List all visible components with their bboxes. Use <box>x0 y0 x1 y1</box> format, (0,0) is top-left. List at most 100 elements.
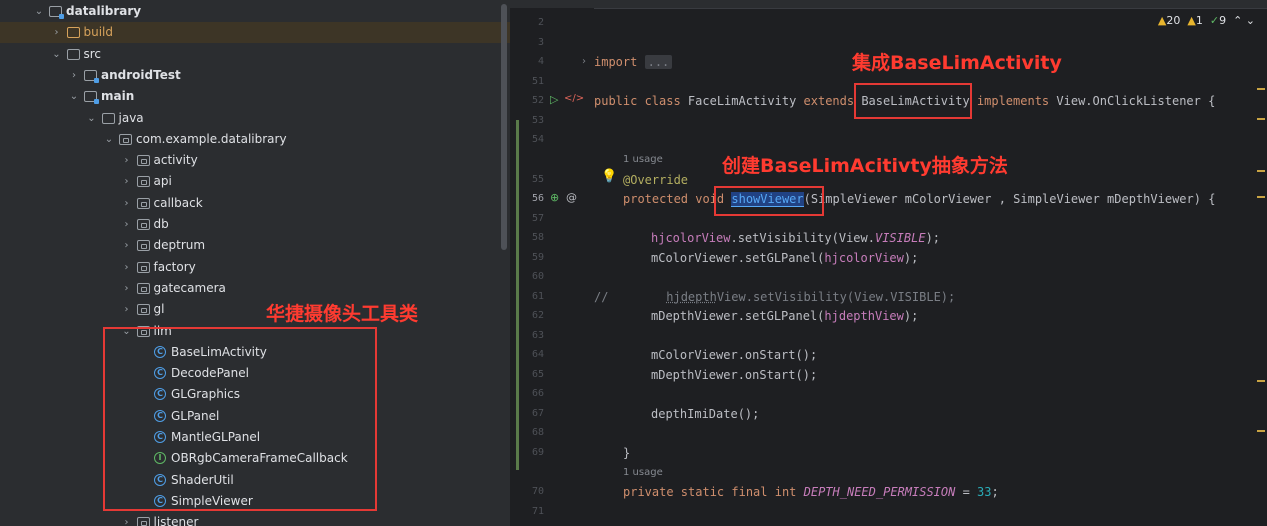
chevron-right-icon[interactable]: › <box>51 22 63 43</box>
tree-item-label: callback <box>153 195 203 210</box>
annotation-marker-icon: @ <box>566 191 577 204</box>
line-number: 52 <box>531 95 544 106</box>
code-line[interactable]: import ... <box>594 52 673 72</box>
override-marker-icon[interactable]: ⊕ <box>550 191 559 204</box>
line-number: 71 <box>531 506 544 517</box>
code-text: mDepthViewer.setGLPanel( <box>651 309 825 323</box>
tree-item[interactable]: ⌄ src <box>0 44 510 65</box>
comment-text: View.setVisibility(View.VISIBLE); <box>716 290 956 304</box>
tree-item[interactable]: › activity <box>0 150 510 171</box>
chevron-right-icon[interactable]: › <box>121 150 133 171</box>
tree-item[interactable]: › build <box>0 22 510 44</box>
code-line[interactable]: depthImiDate(); <box>651 404 759 424</box>
tree-item[interactable]: › factory <box>0 257 510 278</box>
code-line[interactable]: } <box>623 443 630 463</box>
module-folder-icon <box>49 6 64 19</box>
chevron-down-icon[interactable]: ⌄ <box>103 129 115 150</box>
tree-item-label: androidTest <box>101 67 181 82</box>
line-number: 65 <box>531 369 544 380</box>
code-line[interactable]: @Override <box>623 170 688 190</box>
code-line[interactable]: mDepthViewer.onStart(); <box>651 365 817 385</box>
tree-item[interactable]: › callback <box>0 193 510 214</box>
tree-item[interactable]: ⌄ datalibrary <box>0 1 510 22</box>
line-number: 51 <box>531 76 544 87</box>
code-line[interactable]: private static final int DEPTH_NEED_PERM… <box>623 482 999 502</box>
package-icon <box>136 304 150 316</box>
tree-item[interactable]: › deptrum <box>0 235 510 256</box>
code-editor[interactable]: ▲20 ▲1 ✓9 ⌃ ⌄ 2 3 4 51 52 53 54 55 56 57… <box>510 0 1267 526</box>
extends-annotation: 集成BaseLimActivity <box>852 52 1062 74</box>
chevron-down-icon[interactable]: ⌄ <box>33 1 45 22</box>
tree-item[interactable]: › gl <box>0 299 510 320</box>
code-line[interactable]: hjcolorView.setVisibility(View.VISIBLE); <box>651 228 940 248</box>
chevron-right-icon[interactable]: › <box>68 65 80 86</box>
code-text: ); <box>903 251 919 265</box>
lightbulb-icon[interactable]: 💡 <box>601 169 617 184</box>
typos-count: 9 <box>1219 14 1227 27</box>
tree-item-label: java <box>118 110 144 125</box>
chevron-right-icon[interactable]: › <box>121 257 133 278</box>
code-text: .setVisibility(View. <box>730 231 875 245</box>
field-ref: hjdepthView <box>824 309 904 323</box>
warning-stripe[interactable] <box>1257 118 1265 120</box>
base-class-highlight-box <box>854 83 972 119</box>
tree-scrollbar[interactable] <box>501 4 507 250</box>
package-icon <box>119 133 132 145</box>
chevron-down-icon[interactable]: ⌄ <box>68 86 80 107</box>
html-tag-icon: </> <box>564 93 585 104</box>
line-number: 69 <box>531 447 544 458</box>
chevron-right-icon[interactable]: › <box>121 512 133 526</box>
tree-item[interactable]: › listener <box>0 512 510 526</box>
chevron-down-icon[interactable]: ⌄ <box>86 108 98 129</box>
warning-stripe[interactable] <box>1257 430 1265 432</box>
warning-stripe[interactable] <box>1257 88 1265 90</box>
chevron-down-icon[interactable]: ⌄ <box>1246 14 1255 27</box>
tree-item[interactable]: ⌄ java <box>0 108 510 129</box>
tree-item[interactable]: › androidTest <box>0 65 510 86</box>
tree-item-label: com.example.datalibrary <box>136 131 287 146</box>
code-line[interactable]: mColorViewer.onStart(); <box>651 345 817 365</box>
import-fold-chip[interactable]: ... <box>644 55 673 69</box>
code-line[interactable]: mColorViewer.setGLPanel(hjcolorView); <box>651 248 918 268</box>
line-number: 3 <box>537 37 544 48</box>
usage-hint[interactable]: 1 usage <box>623 153 663 167</box>
chevron-right-icon[interactable]: › <box>121 235 133 256</box>
chevron-up-icon[interactable]: ⌃ <box>1233 14 1242 27</box>
chevron-right-icon[interactable]: › <box>121 278 133 299</box>
annotation: @Override <box>623 173 689 187</box>
code-line[interactable]: // hjdepthView.setVisibility(View.VISIBL… <box>594 287 955 307</box>
run-icon[interactable]: ▷ <box>550 93 558 106</box>
tree-item-label: build <box>83 25 114 40</box>
line-number: 62 <box>531 310 544 321</box>
package-icon <box>136 219 150 230</box>
test-source-folder-icon <box>84 69 99 83</box>
package-icon <box>136 240 150 252</box>
tree-item[interactable]: ⌄ com.example.datalibrary <box>0 129 510 150</box>
source-folder-icon <box>84 91 99 105</box>
chevron-right-icon[interactable]: › <box>121 193 133 214</box>
chevron-down-icon[interactable]: ⌄ <box>51 44 63 65</box>
chevron-right-icon[interactable]: › <box>121 214 133 235</box>
interface-name: View.OnClickListener { <box>1056 94 1216 108</box>
line-number: 60 <box>531 271 544 282</box>
lim-package-highlight-box <box>103 327 377 511</box>
tree-item[interactable]: › db <box>0 214 510 235</box>
field-ref: hjcolorView <box>651 231 731 245</box>
tree-item[interactable]: › gatecamera <box>0 278 510 299</box>
line-number: 58 <box>531 232 544 243</box>
line-number: 55 <box>531 174 544 185</box>
tree-item-label: factory <box>153 259 196 274</box>
tree-item[interactable]: ⌄ main <box>0 86 510 107</box>
fold-chevron-icon[interactable]: › <box>582 56 586 67</box>
warning-stripe[interactable] <box>1257 380 1265 382</box>
usage-hint[interactable]: 1 usage <box>623 466 663 480</box>
editor-tab-bar[interactable] <box>510 0 1267 9</box>
code-line[interactable]: protected void showViewer(SimpleViewer m… <box>623 189 1215 209</box>
warning-stripe[interactable] <box>1257 196 1265 198</box>
chevron-right-icon[interactable]: › <box>121 299 133 320</box>
chevron-right-icon[interactable]: › <box>121 171 133 192</box>
inspection-widget[interactable]: ▲20 ▲1 ✓9 ⌃ ⌄ <box>1158 14 1255 27</box>
warning-stripe[interactable] <box>1257 170 1265 172</box>
tree-item[interactable]: › api <box>0 171 510 192</box>
code-line[interactable]: mDepthViewer.setGLPanel(hjdepthView); <box>651 306 918 326</box>
